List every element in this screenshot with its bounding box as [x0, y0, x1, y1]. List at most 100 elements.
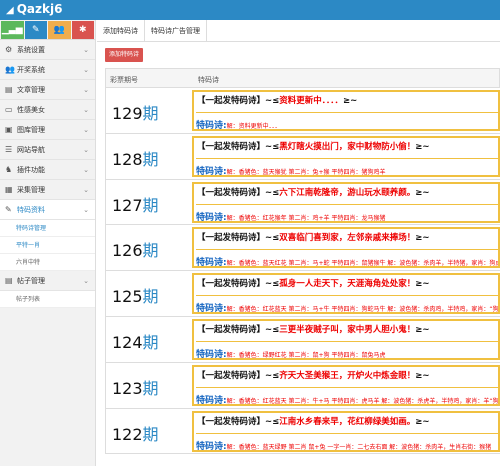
poem-explain-text: 解：香猪色：红花蓝天 第二肖：牛+马 平特四肖：虎马羊 解：波色猪：杀虎羊，半特… [226, 397, 498, 404]
poem-box: 【一起发特码诗】~≤双喜临门喜到家，左邻亲戚来捧场！≥~ 特码诗:解：香猪色：蓝天… [192, 227, 500, 269]
poem-suffix: ≥~ [415, 233, 430, 244]
period-number: 125 [112, 287, 143, 307]
poem-prefix: 【一起发特码诗】~≤ [197, 370, 280, 381]
poem-explain-label: 特码诗: [196, 349, 227, 358]
poem-explain: 特码诗:解：香猪色：红花蓝天 第二肖：马+牛 平特四肖：狗蛇马牛 解：波色猪：杀… [196, 295, 498, 312]
sidebar-item[interactable]: ✎ 特码资料 ⌄ [0, 200, 95, 220]
period-number: 129 [112, 104, 143, 123]
poem-box: 【一起发特码诗】~≤资料更新中．．．．≥~ 特码诗:解：资料更新中．．． [192, 90, 500, 131]
poem-explain-label: 特码诗: [196, 441, 227, 450]
menu-icon: 👥 [5, 65, 15, 74]
period-cell: 129期 [112, 100, 159, 124]
poem-explain-label: 特码诗: [196, 304, 227, 313]
poem-suffix: ≥~ [415, 370, 430, 381]
poem-explain: 特码诗:解：香猪色：蓝天绿野 第二肖 鼠+兔 一字一肖：二七去右面 解：波色猪：… [196, 432, 498, 450]
poem-text: 双喜临门喜到家，左邻亲戚来捧场！ [279, 233, 416, 244]
poem-text: 齐天大圣美猴王，开炉火中炼金眼！ [279, 370, 416, 381]
poem-explain: 特码诗:解：香猪色：绿野红花 第二肖：鼠+狗 平特四肖：鼠兔马虎 [196, 340, 498, 358]
sidebar-item[interactable]: 👥 开奖系统 ⌄ [0, 60, 95, 80]
poem-line: 【一起发特码诗】~≤双喜临门喜到家，左邻亲戚来捧场！≥~ [197, 231, 430, 243]
poem-prefix: 【一起发特码诗】~≤ [197, 279, 280, 290]
period-cell: 128期 [112, 146, 159, 170]
sidebar-subitem[interactable]: 帖子列表 [0, 291, 95, 308]
poem-explain-text: 解：资料更新中．．． [226, 123, 281, 129]
period-unit: 期 [142, 149, 159, 169]
poem-explain-label: 特码诗: [196, 395, 227, 404]
quick-settings-button[interactable]: ✱ [71, 21, 94, 39]
sidebar-item-label: 插件功能 [17, 166, 45, 174]
sidebar-item-label: 系统设置 [17, 46, 45, 54]
poem-prefix: 【一起发特码诗】~≤ [197, 233, 280, 244]
menu-icon: ♞ [5, 165, 13, 174]
table-row: 124期 【一起发特码诗】~≤三更半夜贼子叫，家中男人胆小鬼！≥~ 特码诗:解：香猪… [105, 316, 500, 363]
quick-users-button[interactable]: 👥 [48, 21, 71, 39]
tab-bar: 添加特码诗 特码诗广告管理 [97, 20, 500, 42]
sidebar-item-label: 文章管理 [17, 86, 45, 94]
period-cell: 126期 [112, 237, 159, 261]
tab-0[interactable]: 添加特码诗 [97, 20, 145, 41]
poem-explain-text: 解：香猪色：蓝天红花 第二肖：马+蛇 平特四肖：鼠猪猴牛 解：波色猪：杀肉羊，半… [226, 260, 498, 267]
sidebar-item-label: 采集管理 [17, 186, 45, 194]
poem-suffix: ≥~ [343, 96, 358, 106]
chevron-down-icon: ⌄ [83, 277, 89, 285]
menu-icon: ▤ [5, 276, 13, 285]
poem-box: 【一起发特码诗】~≤三更半夜贼子叫，家中男人胆小鬼！≥~ 特码诗:解：香猪色：绿野… [192, 318, 500, 360]
period-cell: 124期 [112, 329, 159, 353]
table-row: 125期 【一起发特码诗】~≤孤身一人走天下，天涯海角处处家！≥~ 特码诗:解：香猪… [105, 271, 500, 317]
chevron-down-icon: ⌄ [83, 66, 89, 74]
quick-stats-button[interactable]: ▁▃▅ [1, 21, 24, 39]
period-unit: 期 [142, 287, 159, 307]
sidebar-item[interactable]: ▣ 图库管理 ⌄ [0, 120, 95, 140]
sidebar-item[interactable]: ▤ 文章管理 ⌄ [0, 80, 95, 100]
sidebar-subitem[interactable]: 六肖中特 [0, 254, 95, 271]
quick-edit-button[interactable]: ✎ [24, 21, 47, 39]
table-row: 127期 【一起发特码诗】~≤六下江南乾隆帝，游山玩水颐养颜。≥~ 特码诗:解：香猪… [105, 179, 500, 226]
sidebar-item[interactable]: ▦ 采集管理 ⌄ [0, 180, 95, 200]
sidebar-item[interactable]: ⚙ 系统设置 ⌄ [0, 40, 95, 60]
chevron-down-icon: ⌄ [83, 186, 89, 194]
sidebar-item[interactable]: ☰ 网站导航 ⌄ [0, 140, 95, 160]
poem-prefix: 【一起发特码诗】~≤ [197, 96, 280, 106]
period-number: 127 [112, 195, 143, 215]
sidebar-subitem[interactable]: 特码诗管理 [0, 220, 95, 237]
poem-text: 资料更新中．．．． [279, 96, 344, 106]
poem-box: 【一起发特码诗】~≤黑灯瞎火摸出门，家中财物防小偷！≥~ 特码诗:解：香猪色：蓝天… [192, 135, 500, 177]
period-cell: 122期 [112, 421, 159, 445]
sidebar-item[interactable]: ♞ 插件功能 ⌄ [0, 160, 95, 180]
menu-icon: ✎ [5, 205, 12, 214]
sidebar-subitem[interactable]: 平特一肖 [0, 237, 95, 254]
poem-explain-text: 解：香猪色：绿野红花 第二肖：鼠+狗 平特四肖：鼠兔马虎 [226, 351, 386, 358]
sidebar-item[interactable]: ▭ 性感美女 ⌄ [0, 100, 95, 120]
poem-line: 【一起发特码诗】~≤孤身一人走天下，天涯海角处处家！≥~ [197, 277, 430, 289]
sidebar-item-label: 图库管理 [17, 126, 45, 134]
header-period: 彩票期号 [110, 76, 138, 84]
poem-suffix: ≥~ [415, 141, 430, 152]
poem-explain-label: 特码诗: [196, 258, 227, 267]
poem-suffix: ≥~ [415, 416, 430, 427]
add-poem-button[interactable]: 添加特码诗 [105, 48, 144, 62]
sidebar-item-label: 性感美女 [17, 106, 45, 114]
table-header: 彩票期号 特码诗 [105, 68, 500, 88]
menu-icon: ⚙ [5, 45, 13, 54]
tab-1[interactable]: 特码诗广告管理 [145, 20, 207, 41]
poem-explain-label: 特码诗: [196, 166, 227, 175]
poem-text: 孤身一人走天下，天涯海角处处家！ [279, 279, 416, 290]
poem-suffix: ≥~ [415, 187, 430, 198]
poem-explain: 特码诗:解：香猪色：红花猴年 第二肖：鸡+羊 平特四肖：龙马猴猪 [196, 203, 498, 221]
brand[interactable]: ◢ Qazkj6 [6, 2, 62, 16]
period-unit: 期 [142, 195, 159, 215]
sidebar: ▁▃▅ ✎ 👥 ✱ ⚙ 系统设置 ⌄ 👥 开奖系统 ⌄ ▤ 文章管理 ⌄ ▭ 性感美女 ⌄ ▣ 图库管理 ⌄ ☰ 网站… [0, 20, 96, 466]
sidebar-item[interactable]: ▤ 帖子管理 ⌄ [0, 271, 95, 291]
chevron-down-icon: ⌄ [83, 106, 89, 114]
table-body: 129期 【一起发特码诗】~≤资料更新中．．．．≥~ 特码诗:解：资料更新中．．． 1… [105, 88, 500, 455]
chevron-down-icon: ⌄ [83, 126, 89, 134]
poem-box: 【一起发特码诗】~≤孤身一人走天下，天涯海角处处家！≥~ 特码诗:解：香猪色：红花… [192, 273, 500, 315]
leaf-icon: ◢ [6, 5, 14, 16]
poem-box: 【一起发特码诗】~≤江南水乡春来早，花红柳绿美如画。≥~ 特码诗:解：香猪色：蓝天… [192, 410, 500, 452]
poem-explain: 特码诗:解：香猪色：蓝天猴犹 第二肖：兔+猴 平特四肖：猪狗鸡羊 [196, 157, 498, 175]
poem-text: 六下江南乾隆帝，游山玩水颐养颜。 [279, 187, 416, 198]
menu-icon: ▤ [5, 85, 13, 94]
chevron-down-icon: ⌄ [83, 46, 89, 54]
sidebar-menu: ⚙ 系统设置 ⌄ 👥 开奖系统 ⌄ ▤ 文章管理 ⌄ ▭ 性感美女 ⌄ ▣ 图库管理 ⌄ ☰ 网站导航 ⌄ ♞ 插件功… [0, 40, 95, 308]
poem-box: 【一起发特码诗】~≤齐天大圣美猴王，开炉火中炼金眼！≥~ 特码诗:解：香猪色：红花… [192, 364, 500, 406]
